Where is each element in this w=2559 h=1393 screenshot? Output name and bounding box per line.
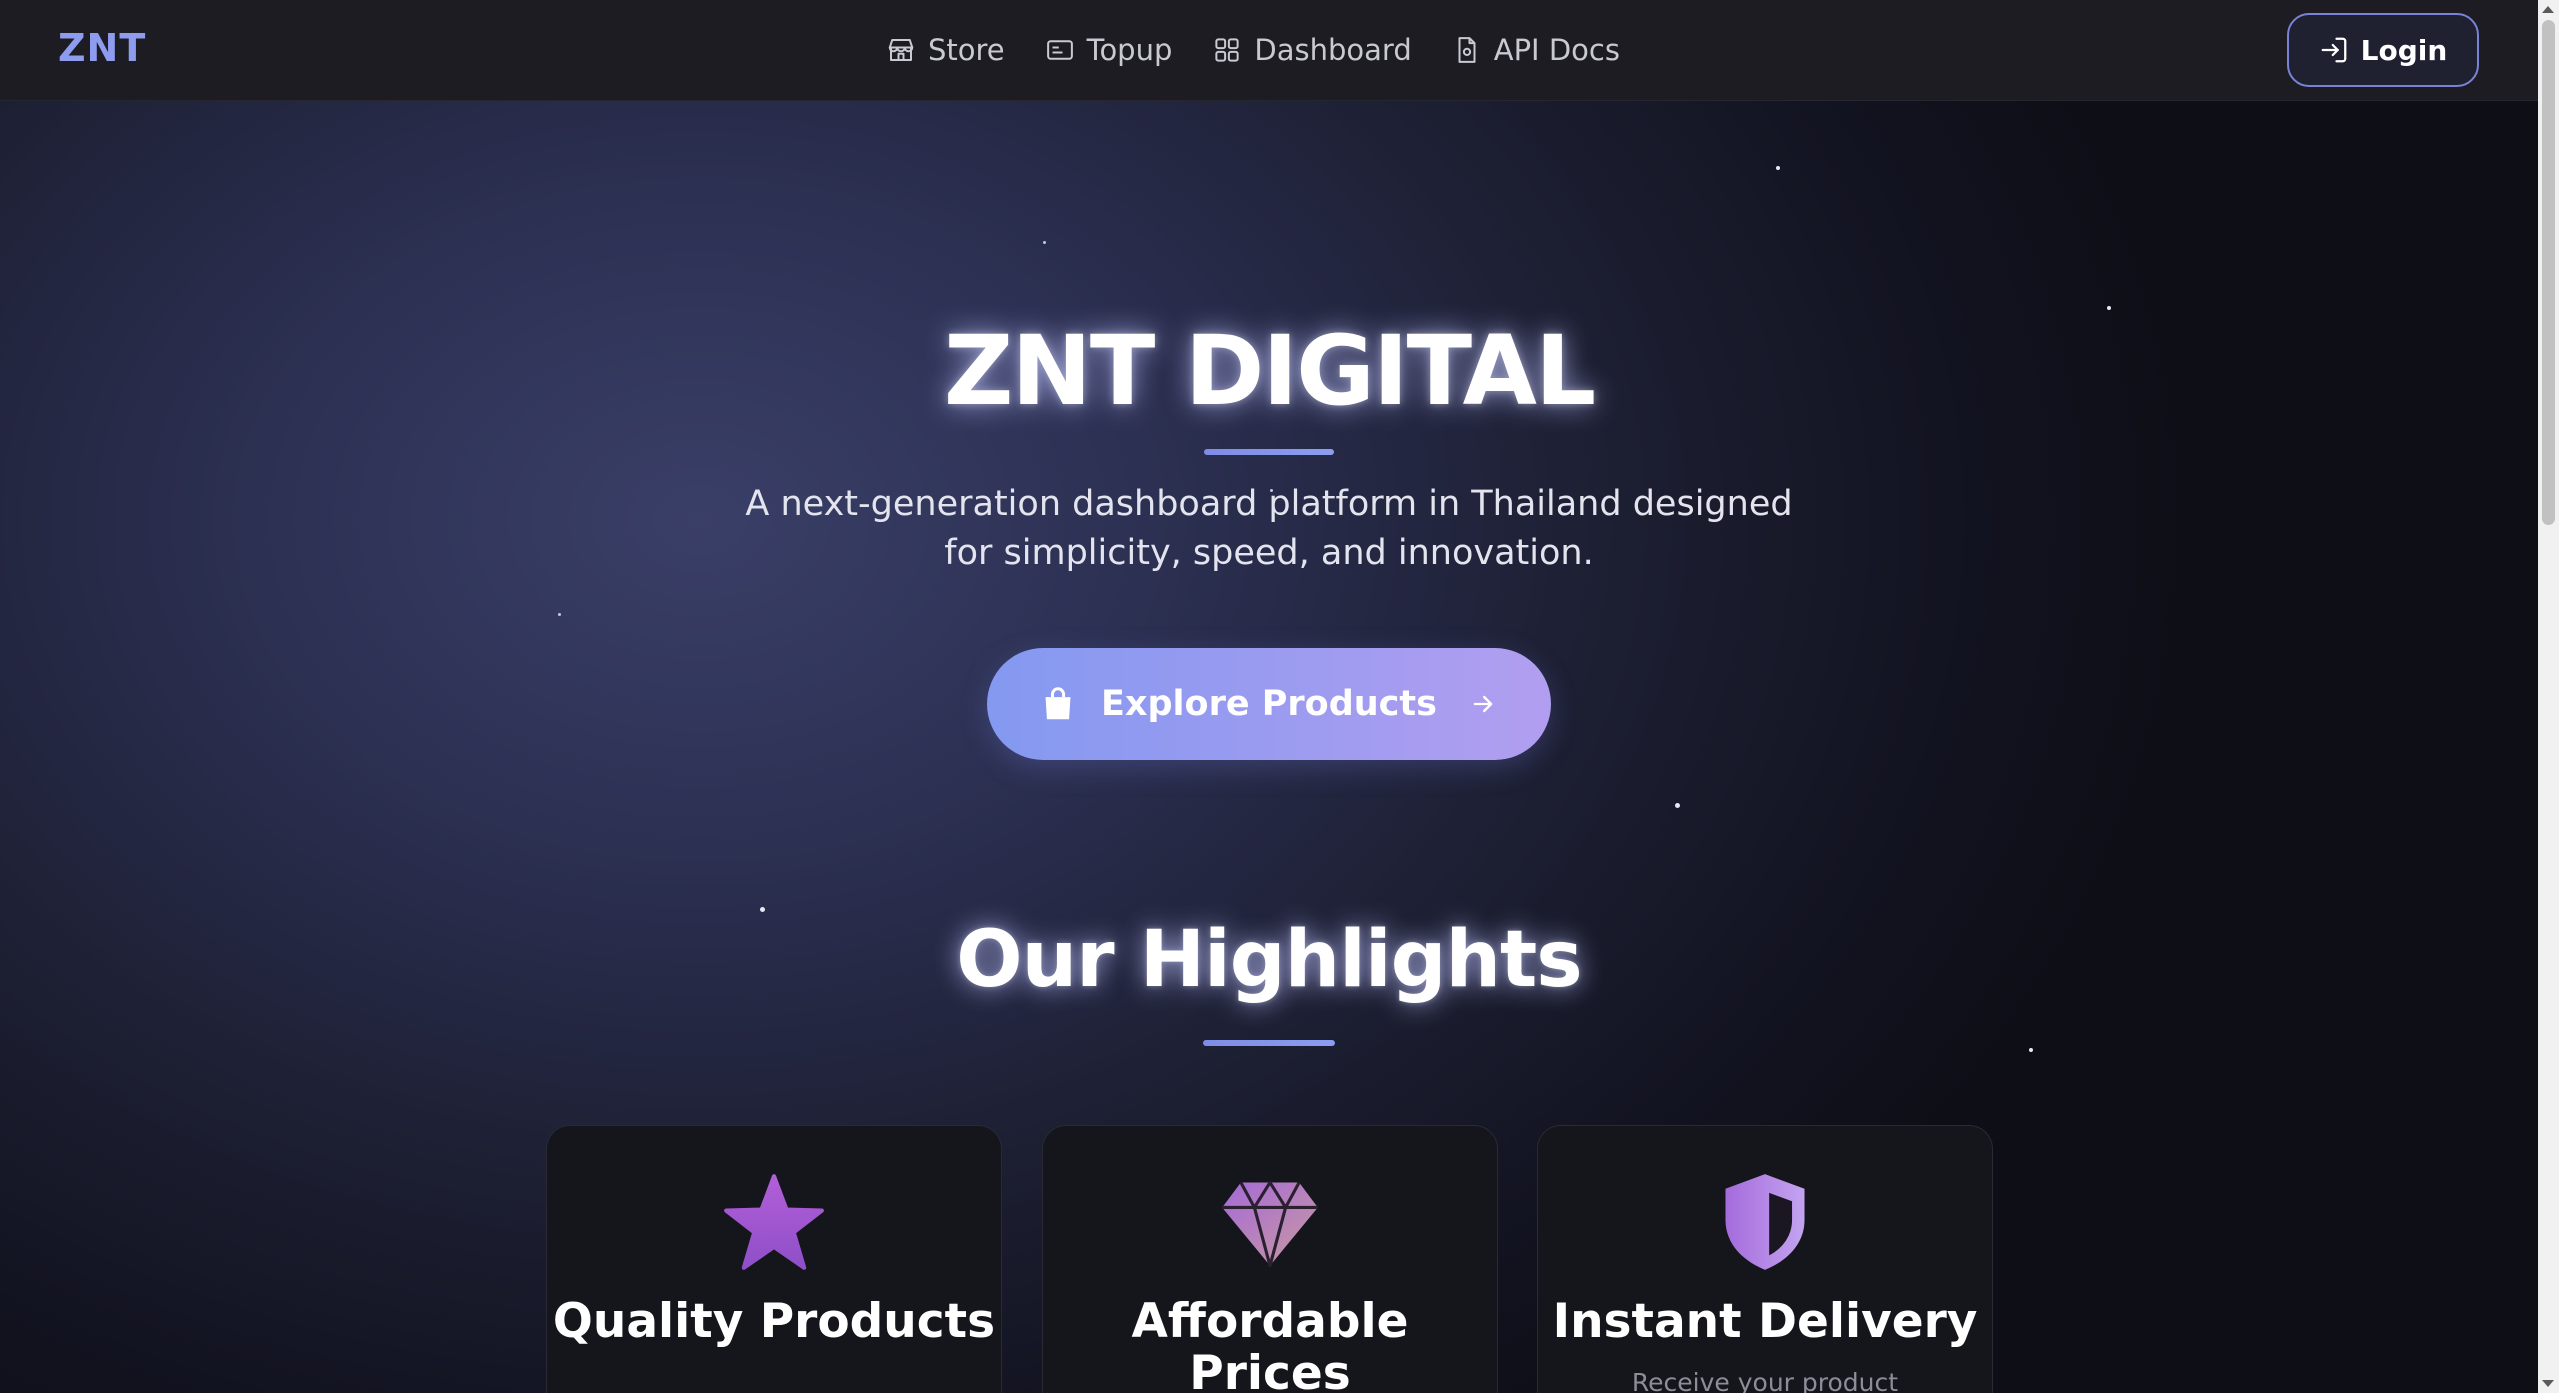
nav-item-label: Dashboard xyxy=(1254,33,1412,67)
card-title: Affordable Prices xyxy=(1131,1294,1409,1393)
nav-item-store[interactable]: Store xyxy=(886,33,1005,67)
highlight-card-delivery: Instant Delivery Receive your product xyxy=(1537,1125,1993,1393)
card-description: Receive your product xyxy=(1631,1368,1899,1393)
icon-wrap xyxy=(1043,1170,1497,1274)
shield-icon xyxy=(1725,1174,1805,1270)
scroll-up-arrow-icon[interactable] xyxy=(2542,6,2554,13)
highlights-title: Our Highlights xyxy=(956,915,1582,1005)
login-icon xyxy=(2321,37,2347,63)
diamond-icon xyxy=(1222,1180,1318,1268)
document-icon xyxy=(1458,37,1476,63)
page-background: ZNT Store Topup Dashboard API Docs Login… xyxy=(0,0,2538,1393)
star-icon xyxy=(724,1174,824,1270)
highlights-underline xyxy=(1203,1040,1335,1046)
star-decoration xyxy=(558,613,561,616)
card-title: Quality Products xyxy=(552,1294,996,1349)
star-decoration xyxy=(1776,166,1780,170)
nav-item-dashboard[interactable]: Dashboard xyxy=(1212,33,1412,67)
card-icon xyxy=(1046,40,1073,60)
top-navbar: ZNT Store Topup Dashboard API Docs Login xyxy=(0,0,2538,101)
icon-wrap xyxy=(1538,1170,1992,1274)
highlight-card-prices: Affordable Prices xyxy=(1042,1125,1498,1393)
star-decoration xyxy=(2107,306,2111,310)
hero-title: ZNT DIGITAL xyxy=(943,315,1596,427)
nav-item-label: Store xyxy=(928,33,1005,67)
scroll-down-arrow-icon[interactable] xyxy=(2542,1380,2554,1387)
login-button[interactable]: Login xyxy=(2287,13,2479,87)
nav-item-topup[interactable]: Topup xyxy=(1045,33,1173,67)
scroll-thumb[interactable] xyxy=(2542,20,2555,525)
store-icon xyxy=(888,39,914,61)
hero-subtitle: A next-generation dashboard platform in … xyxy=(0,480,2538,578)
star-decoration xyxy=(1043,241,1046,244)
explore-products-button[interactable]: Explore Products xyxy=(987,648,1551,760)
title-underline xyxy=(1204,449,1334,455)
nav-item-api-docs[interactable]: API Docs xyxy=(1452,33,1620,67)
nav-links: Store Topup Dashboard API Docs xyxy=(886,30,1620,70)
star-decoration xyxy=(2029,1048,2033,1052)
nav-item-label: API Docs xyxy=(1493,33,1620,67)
hero-subtitle-line: for simplicity, speed, and innovation. xyxy=(944,533,1594,573)
star-decoration xyxy=(1675,803,1680,808)
shopping-bag-icon xyxy=(1045,687,1071,720)
star-decoration xyxy=(760,907,765,912)
grid-icon xyxy=(1215,38,1240,62)
brand-logo[interactable]: ZNT xyxy=(58,26,146,70)
explore-products-label: Explore Products xyxy=(1100,684,1437,724)
highlight-card-quality: Quality Products xyxy=(546,1125,1002,1393)
login-label: Login xyxy=(2360,33,2448,67)
nav-item-label: Topup xyxy=(1086,33,1173,67)
icon-wrap xyxy=(547,1170,1001,1274)
arrow-right-icon xyxy=(1473,695,1493,713)
card-title: Instant Delivery xyxy=(1552,1294,1978,1349)
page-scrollbar[interactable] xyxy=(2538,0,2559,1393)
hero-subtitle-line: A next-generation dashboard platform in … xyxy=(745,484,1793,524)
